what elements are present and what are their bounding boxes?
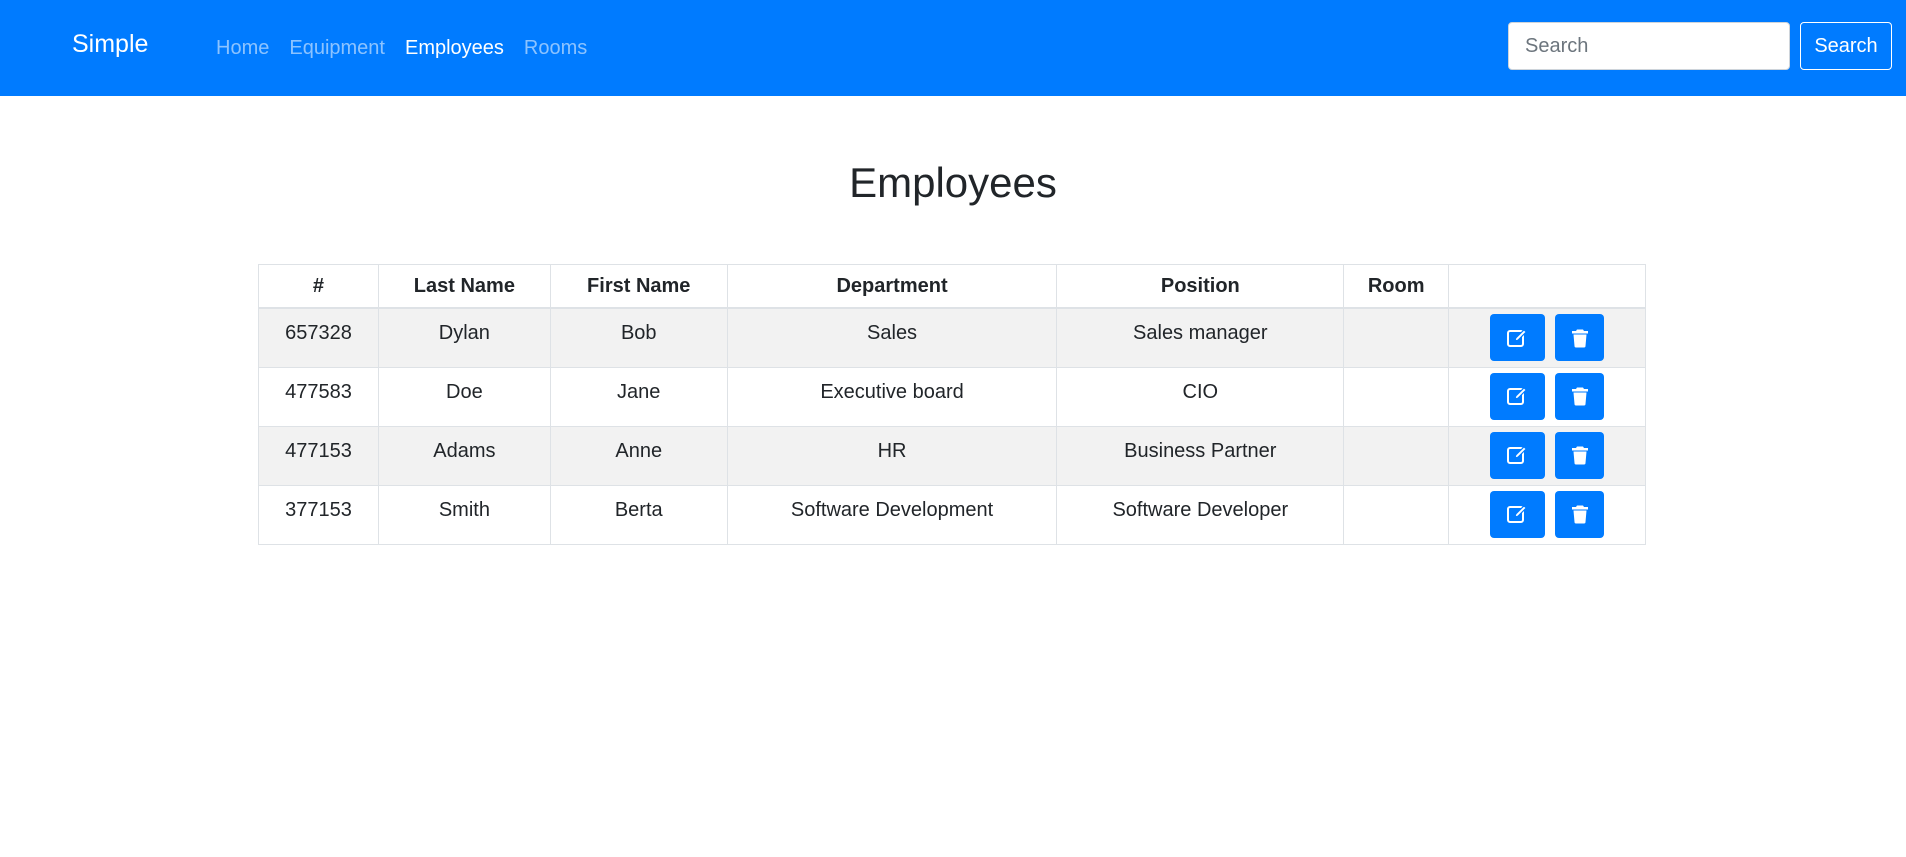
table-row: 477153 Adams Anne HR Business Partner	[258, 425, 1646, 486]
edit-icon	[1506, 386, 1527, 405]
search-input[interactable]	[1508, 22, 1790, 70]
table-row: 657328 Dylan Bob Sales Sales manager	[258, 307, 1646, 368]
header-actions	[1448, 264, 1646, 309]
cell-first-name: Berta	[549, 484, 728, 545]
cell-department: Executive board	[726, 366, 1058, 427]
cell-position: Business Partner	[1056, 425, 1345, 486]
cell-department: Sales	[726, 307, 1058, 368]
cell-room	[1343, 307, 1450, 368]
cell-actions	[1448, 307, 1646, 368]
header-position: Position	[1056, 264, 1345, 309]
trash-icon	[1571, 329, 1588, 347]
delete-button[interactable]	[1555, 431, 1605, 479]
top-navbar: Simple Home Equipment Employees Rooms Se…	[0, 0, 1906, 96]
cell-last-name: Dylan	[377, 307, 551, 368]
cell-id: 657328	[258, 307, 379, 368]
cell-position: Sales manager	[1056, 307, 1345, 368]
nav-link-equipment[interactable]: Equipment	[289, 32, 385, 64]
cell-last-name: Doe	[377, 366, 551, 427]
cell-last-name: Smith	[377, 484, 551, 545]
main-nav: Home Equipment Employees Rooms	[216, 32, 587, 64]
cell-id: 377153	[258, 484, 379, 545]
brand-link[interactable]: Simple	[72, 26, 148, 62]
cell-room	[1343, 366, 1450, 427]
table-row: 377153 Smith Berta Software Development …	[258, 484, 1646, 545]
header-last-name: Last Name	[377, 264, 551, 309]
cell-position: Software Developer	[1056, 484, 1345, 545]
cell-room	[1343, 425, 1450, 486]
table-row: 477583 Doe Jane Executive board CIO	[258, 366, 1646, 427]
cell-last-name: Adams	[377, 425, 551, 486]
header-first-name: First Name	[549, 264, 728, 309]
delete-button[interactable]	[1555, 490, 1605, 538]
cell-first-name: Jane	[549, 366, 728, 427]
cell-id: 477583	[258, 366, 379, 427]
cell-actions	[1448, 366, 1646, 427]
search-form: Search	[1508, 22, 1892, 70]
employees-table: # Last Name First Name Department Positi…	[258, 264, 1646, 545]
table-header-row: # Last Name First Name Department Positi…	[258, 264, 1646, 309]
delete-button[interactable]	[1555, 314, 1605, 361]
edit-icon	[1506, 504, 1527, 523]
cell-actions	[1448, 484, 1646, 545]
edit-button[interactable]	[1490, 431, 1546, 479]
edit-icon	[1506, 445, 1527, 464]
page-title: Employees	[849, 159, 1057, 206]
cell-id: 477153	[258, 425, 379, 486]
header-department: Department	[726, 264, 1058, 309]
edit-icon	[1506, 328, 1527, 347]
edit-button[interactable]	[1490, 314, 1546, 361]
employees-table-container: # Last Name First Name Department Positi…	[258, 264, 1646, 545]
trash-icon	[1571, 446, 1588, 465]
edit-button[interactable]	[1490, 372, 1546, 420]
cell-department: Software Development	[726, 484, 1058, 545]
nav-link-home[interactable]: Home	[216, 32, 269, 64]
cell-department: HR	[726, 425, 1058, 486]
trash-icon	[1571, 505, 1588, 524]
cell-first-name: Bob	[549, 307, 728, 368]
search-button[interactable]: Search	[1800, 22, 1892, 70]
delete-button[interactable]	[1555, 372, 1605, 420]
nav-link-employees[interactable]: Employees	[405, 32, 504, 64]
nav-link-rooms[interactable]: Rooms	[524, 32, 587, 64]
edit-button[interactable]	[1490, 490, 1546, 538]
cell-first-name: Anne	[549, 425, 728, 486]
cell-position: CIO	[1056, 366, 1345, 427]
trash-icon	[1571, 387, 1588, 406]
cell-room	[1343, 484, 1450, 545]
header-room: Room	[1343, 264, 1450, 309]
cell-actions	[1448, 425, 1646, 486]
header-id: #	[258, 264, 379, 309]
